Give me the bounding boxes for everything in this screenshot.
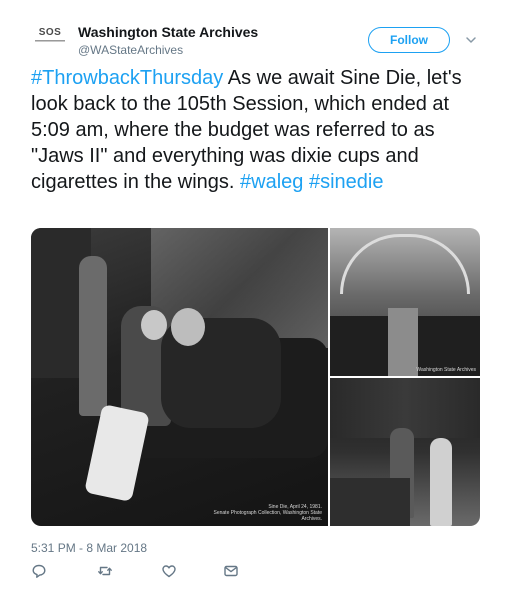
like-button[interactable] <box>161 563 177 579</box>
tweet-text: #ThrowbackThursday As we await Sine Die,… <box>31 65 481 195</box>
avatar[interactable]: SOS <box>32 28 68 50</box>
caption-line-2: Senate Photograph Collection, Washington… <box>213 510 323 522</box>
chevron-down-icon[interactable] <box>464 33 478 47</box>
sos-logo: SOS <box>38 27 62 38</box>
photo-caption-top: Washington State Archives <box>416 367 476 373</box>
chamber-arch <box>340 234 470 294</box>
display-name[interactable]: Washington State Archives <box>78 24 258 40</box>
retweet-icon <box>98 566 112 576</box>
action-bar <box>31 563 291 581</box>
tweet-header: SOS Washington State Archives @WAStateAr… <box>0 0 508 64</box>
retweet-button[interactable] <box>97 563 113 579</box>
tweet-timestamp[interactable]: 5:31 PM - 8 Mar 2018 <box>31 541 147 555</box>
woman-face <box>141 310 167 340</box>
photo-podium[interactable] <box>330 378 480 526</box>
standing-man <box>79 256 107 416</box>
chamber-aisle <box>388 308 418 376</box>
photo-caption: Sine Die, April 24, 1981. Senate Photogr… <box>202 504 323 522</box>
photo-chamber[interactable]: Washington State Archives <box>330 228 480 376</box>
hashtag-throwbackthursday[interactable]: #ThrowbackThursday <box>31 67 223 89</box>
speaker-woman <box>430 438 452 526</box>
man-face <box>171 308 205 346</box>
podium-desk <box>330 478 410 526</box>
message-button[interactable] <box>223 563 239 579</box>
reply-button[interactable] <box>31 563 47 579</box>
account-handle[interactable]: @WAStateArchives <box>78 43 183 57</box>
logo-underline <box>35 40 65 42</box>
woman-trousers <box>84 403 150 503</box>
envelope-icon <box>224 565 238 577</box>
hashtag-waleg[interactable]: #waleg <box>240 171 303 193</box>
heart-icon <box>162 565 176 578</box>
reply-icon <box>32 564 46 578</box>
hashtag-sinedie[interactable]: #sinedie <box>309 171 384 193</box>
media-grid: Sine Die, April 24, 1981. Senate Photogr… <box>31 228 480 526</box>
follow-button[interactable]: Follow <box>368 27 450 53</box>
photo-couch[interactable]: Sine Die, April 24, 1981. Senate Photogr… <box>31 228 328 526</box>
